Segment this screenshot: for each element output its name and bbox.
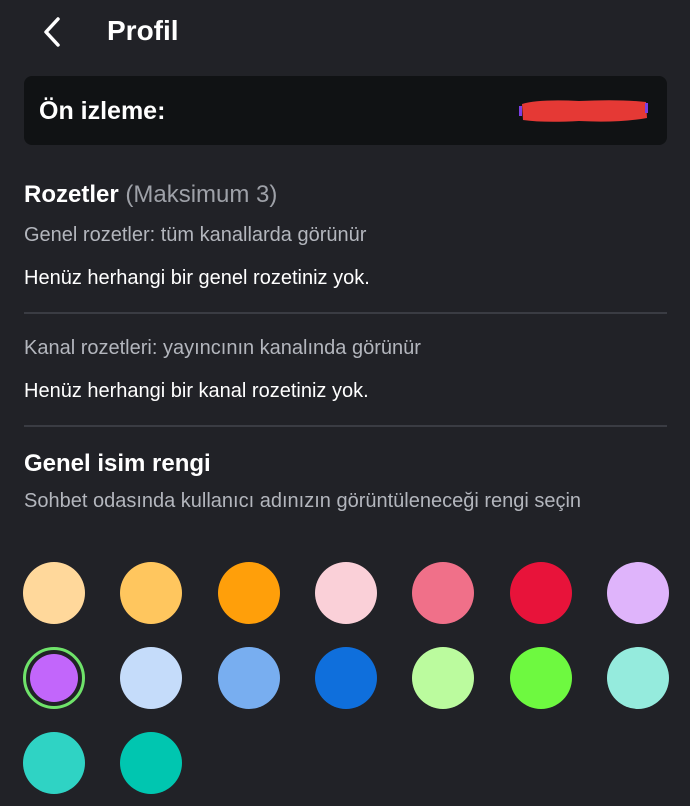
color-swatch[interactable] xyxy=(120,647,182,709)
channel-badges-empty: Henüz herhangi bir kanal rozetiniz yok. xyxy=(24,380,369,402)
color-swatch[interactable] xyxy=(218,647,280,709)
badges-section-title: Rozetler (Maksimum 3) xyxy=(24,180,277,210)
color-swatch[interactable] xyxy=(510,562,572,624)
divider xyxy=(24,425,667,427)
preview-box: Ön izleme: xyxy=(24,76,667,145)
global-badges-label: Genel rozetler: tüm kanallarda görünür xyxy=(24,224,367,246)
color-swatch[interactable] xyxy=(315,647,377,709)
preview-label: Ön izleme: xyxy=(39,97,166,125)
chevron-left-icon xyxy=(44,17,60,47)
channel-badges-label: Kanal rozetleri: yayıncının kanalında gö… xyxy=(24,337,421,359)
color-swatch[interactable] xyxy=(23,647,85,709)
color-swatch[interactable] xyxy=(607,562,669,624)
badges-title: Rozetler xyxy=(24,181,119,208)
color-swatch[interactable] xyxy=(218,562,280,624)
color-swatch[interactable] xyxy=(120,732,182,794)
color-swatch[interactable] xyxy=(607,647,669,709)
badges-max-note: (Maksimum 3) xyxy=(125,181,278,208)
redacted-username xyxy=(519,100,648,122)
name-color-description: Sohbet odasında kullanıcı adınızın görün… xyxy=(24,490,582,512)
color-swatch[interactable] xyxy=(23,732,85,794)
color-swatch[interactable] xyxy=(412,562,474,624)
name-color-title: Genel isim rengi xyxy=(24,450,211,477)
color-swatch[interactable] xyxy=(120,562,182,624)
color-swatch[interactable] xyxy=(23,562,85,624)
divider xyxy=(24,312,667,314)
app-header: Profil xyxy=(0,0,690,62)
back-button[interactable] xyxy=(30,10,74,54)
color-swatch[interactable] xyxy=(510,647,572,709)
color-swatch[interactable] xyxy=(315,562,377,624)
color-swatch[interactable] xyxy=(412,647,474,709)
global-badges-empty: Henüz herhangi bir genel rozetiniz yok. xyxy=(24,267,370,289)
page-title: Profil xyxy=(107,15,179,46)
